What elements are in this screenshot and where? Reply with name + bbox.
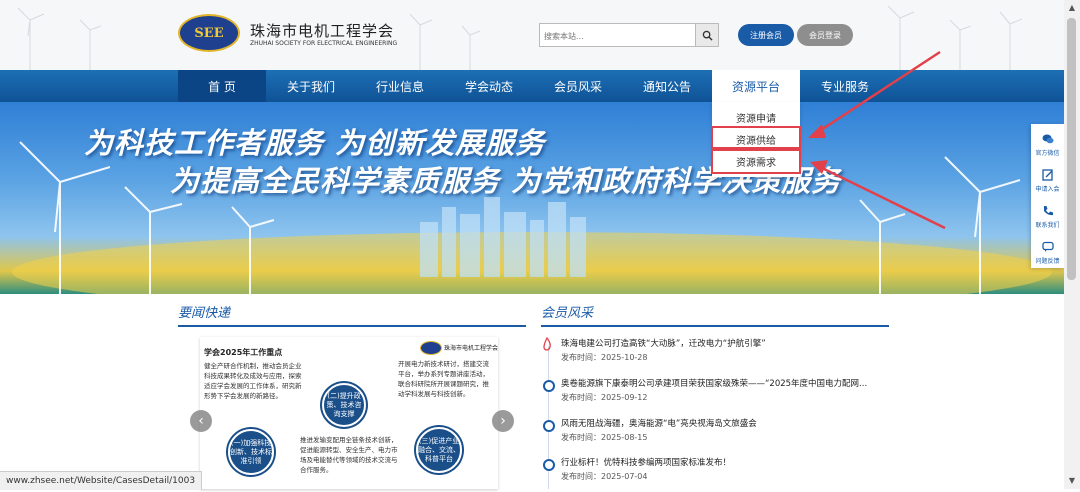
dropdown-resource-apply[interactable]: 资源申请	[712, 107, 800, 127]
card-logo	[420, 341, 442, 355]
sidebar-item-contact[interactable]: 联系我们	[1031, 196, 1064, 232]
sidebar-label-contact: 联系我们	[1035, 222, 1060, 229]
logo[interactable]: SEE	[178, 14, 240, 52]
members-section-underline	[541, 325, 889, 327]
edit-icon	[1042, 166, 1054, 181]
news-section-title[interactable]: 要闻快递	[178, 302, 230, 321]
member-news-date: 发布时间：2025-07-04	[561, 472, 648, 481]
wechat-icon	[1042, 130, 1054, 144]
sidebar-label-wechat: 官方微信	[1035, 150, 1060, 157]
site-name: 珠海市电机工程学会	[250, 22, 395, 40]
sidebar-label-join: 申请入会	[1035, 186, 1060, 193]
card-bubble-1: (一)加强科技创新、技术标准引领	[228, 429, 274, 475]
scrollbar-thumb[interactable]	[1067, 18, 1076, 280]
search-box	[539, 23, 719, 49]
members-section-title[interactable]: 会员风采	[541, 302, 593, 321]
timeline-dot	[543, 459, 555, 471]
carousel-next-button[interactable]: ›	[492, 410, 514, 432]
nav-industry[interactable]: 行业信息	[356, 70, 444, 102]
member-news-title[interactable]: 风雨无阻战海疆，奥海能源“电”亮央视海岛文旅盛会	[561, 417, 881, 429]
nav-resources[interactable]: 资源平台	[712, 70, 800, 102]
nav-members[interactable]: 会员风采	[534, 70, 622, 102]
timeline-dot	[543, 380, 555, 392]
member-news-item[interactable]: 奥卷能源旗下康泰明公司承建项目荣获国家级殊荣——“2025年度中国电力配网...…	[541, 377, 881, 413]
highlight-box-supply	[711, 126, 801, 149]
timeline-dot	[543, 420, 555, 432]
chat-icon	[1042, 238, 1054, 252]
highlight-box-demand	[711, 149, 801, 174]
card-bubble-3: (三)促进产业融合、交流、科普平台	[416, 427, 462, 473]
member-news-date: 发布时间：2025-08-15	[561, 433, 648, 442]
scroll-down-arrow-icon[interactable]: ▼	[1067, 476, 1077, 486]
scroll-up-arrow-icon[interactable]: ▲	[1067, 3, 1077, 13]
member-news-item[interactable]: 风雨无阻战海疆，奥海能源“电”亮央视海岛文旅盛会 发布时间：2025-08-15	[541, 417, 881, 453]
hero-banner: 为科技工作者服务 为创新发展服务 为提高全民科学素质服务 为党和政府科学决策服务	[0, 102, 1064, 294]
status-url-bar: www.zhsee.net/Website/CasesDetail/1003	[0, 471, 203, 490]
nav-home[interactable]: 首 页	[178, 70, 266, 102]
nav-notices[interactable]: 通知公告	[623, 70, 711, 102]
register-button[interactable]: 注册会员	[738, 24, 794, 46]
search-icon	[702, 30, 713, 41]
card-left-text: 健全产研合作机制，推动会员企业科技成果转化及成效与应用，探索适应学会发展的工作体…	[204, 362, 302, 400]
sidebar-label-feedback: 问题反馈	[1035, 258, 1060, 265]
sidebar-item-join[interactable]: 申请入会	[1031, 160, 1064, 196]
login-button[interactable]: 会员登录	[797, 24, 853, 46]
main-nav: 首 页 关于我们 行业信息 学会动态 会员风采 通知公告 资源平台 专业服务	[0, 70, 1064, 102]
member-news-date: 发布时间：2025-10-28	[561, 353, 648, 362]
header-bar	[0, 0, 1064, 70]
member-news-title[interactable]: 行业标杆！优特科技参编两项国家标准发布！	[561, 456, 881, 468]
member-news-date: 发布时间：2025-09-12	[561, 393, 648, 402]
member-news-item[interactable]: 行业标杆！优特科技参编两项国家标准发布！ 发布时间：2025-07-04	[541, 456, 881, 492]
nav-about[interactable]: 关于我们	[267, 70, 355, 102]
card-heading: 学会2025年工作重点	[204, 348, 283, 357]
card-right-text: 开展电力新技术研讨，搭建交流平台，举办系列专题讲座活动，联合科研院所开展课题研究…	[398, 360, 489, 398]
sidebar-item-feedback[interactable]: 问题反馈	[1031, 232, 1064, 268]
card-org-name: 珠海市电机工程学会	[444, 345, 498, 352]
carousel-prev-button[interactable]: ‹	[190, 410, 212, 432]
member-news-title[interactable]: 珠海电建公司打造高铁“大动脉”，迁改电力“护航引擎”	[561, 337, 881, 349]
search-button[interactable]	[695, 24, 718, 46]
card-bottom-text: 推进发输变配用全链条技术创新，促进能源转型、安全生产、电力市场及电能替代等领域的…	[300, 436, 398, 474]
member-news-item[interactable]: 珠海电建公司打造高铁“大动脉”，迁改电力“护航引擎” 发布时间：2025-10-…	[541, 337, 881, 373]
member-news-title[interactable]: 奥卷能源旗下康泰明公司承建项目荣获国家级殊荣——“2025年度中国电力配网...	[561, 377, 881, 389]
sidebar-item-wechat[interactable]: 官方微信	[1031, 124, 1064, 160]
site-name-en: ZHUHAI SOCIETY FOR ELECTRICAL ENGINEERIN…	[250, 40, 398, 47]
news-carousel-card[interactable]: 学会2025年工作重点 珠海市电机工程学会 健全产研合作机制，推动会员企业科技成…	[200, 337, 498, 489]
search-input[interactable]	[540, 24, 696, 49]
nav-society-news[interactable]: 学会动态	[445, 70, 533, 102]
flame-icon	[543, 337, 551, 351]
nav-services[interactable]: 专业服务	[801, 70, 889, 102]
floating-sidebar: 官方微信 申请入会 联系我们 问题反馈	[1031, 124, 1064, 268]
wind-turbine-decoration	[17, 5, 1023, 70]
news-section-underline	[178, 325, 526, 327]
card-bubble-2: (二)提升政策、技术咨询支撑	[322, 383, 366, 427]
banner-slogan-line1: 为科技工作者服务 为创新发展服务	[84, 126, 546, 160]
phone-icon	[1042, 202, 1054, 216]
